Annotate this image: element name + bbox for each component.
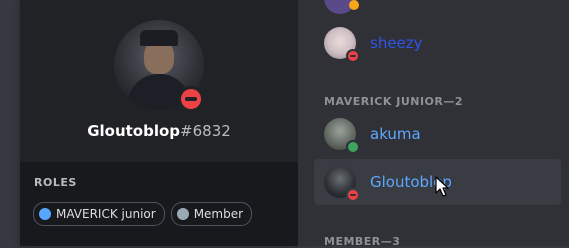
role-color-dot[interactable] xyxy=(176,208,189,220)
member-list: sheezy MAVERICK JUNIOR—2 akuma Gloutoblo… xyxy=(300,0,569,248)
section-title-member: MEMBER—3 xyxy=(324,235,401,248)
member-avatar xyxy=(324,166,360,202)
role-pill-maverick-junior[interactable]: MAVERICK junior xyxy=(33,202,165,226)
member-avatar xyxy=(324,118,360,154)
dnd-status-icon xyxy=(346,49,360,63)
section-title-maverick-junior: MAVERICK JUNIOR—2 xyxy=(324,95,464,108)
avatar-cap-shape xyxy=(140,30,178,46)
dnd-status-icon xyxy=(346,188,360,202)
member-name: akuma xyxy=(370,125,421,143)
mouse-cursor-icon xyxy=(435,176,449,197)
member-item-akuma[interactable]: akuma xyxy=(314,111,561,157)
profile-username-row[interactable]: Gloutoblop#6832 xyxy=(20,122,298,140)
role-label: MAVERICK junior xyxy=(56,207,156,221)
role-color-dot[interactable] xyxy=(39,208,51,220)
user-profile-popout: Gloutoblop#6832 ROLES MAVERICK junior Me… xyxy=(20,0,298,246)
member-avatar xyxy=(324,27,360,63)
profile-username: Gloutoblop xyxy=(87,122,181,140)
online-status-icon xyxy=(346,140,360,154)
roles-title: ROLES xyxy=(34,176,77,189)
profile-header: Gloutoblop#6832 xyxy=(20,0,298,162)
member-item-sheezy[interactable]: sheezy xyxy=(314,20,561,66)
idle-status-icon xyxy=(349,0,359,10)
dnd-status-icon xyxy=(178,86,204,112)
member-name: sheezy xyxy=(370,34,423,52)
role-label: Member xyxy=(193,207,244,221)
role-pill-member[interactable]: Member xyxy=(170,202,253,226)
roles-list: MAVERICK junior Member xyxy=(33,202,253,226)
profile-discriminator: #6832 xyxy=(180,122,231,140)
